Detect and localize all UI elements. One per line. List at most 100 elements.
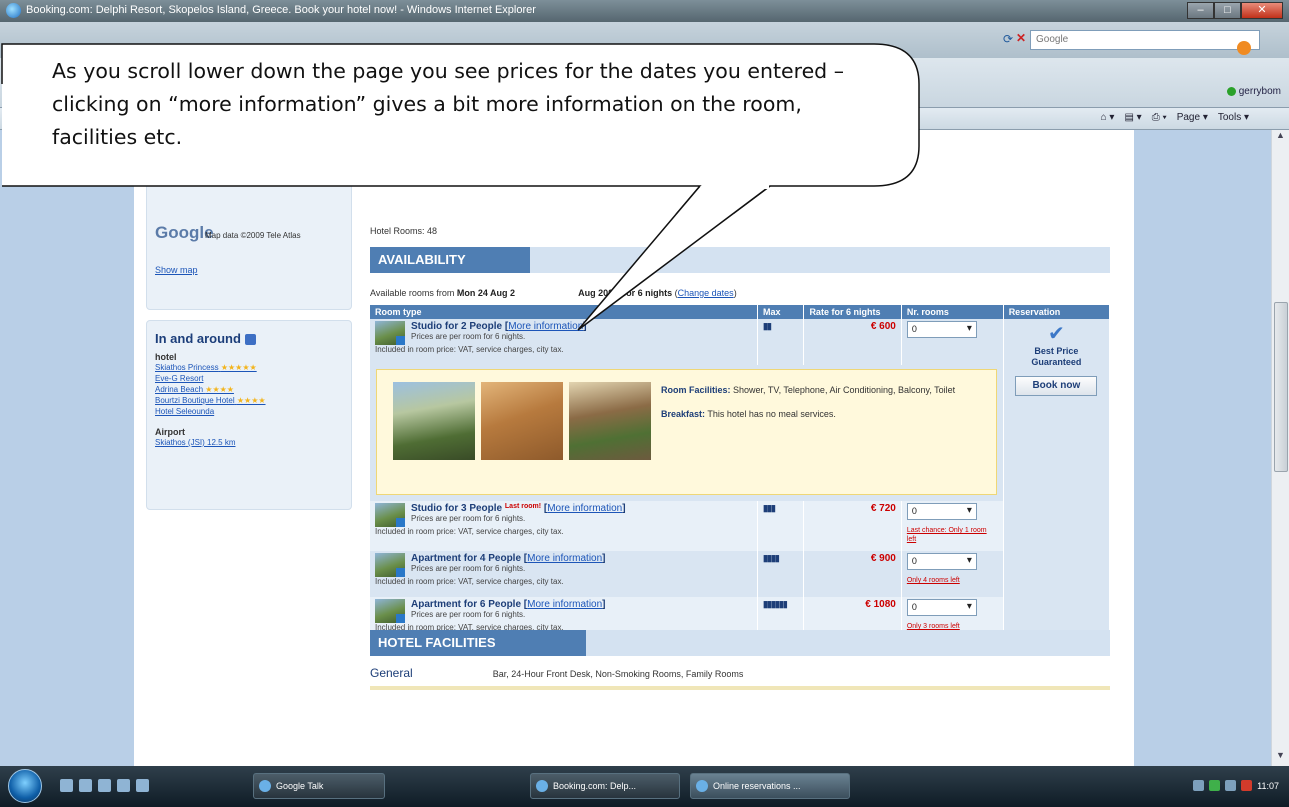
room-facilities: Room Facilities: Shower, TV, Telephone, …: [661, 385, 956, 419]
map-credit: Map data ©2009 Tele Atlas: [205, 231, 301, 240]
room-name: Studio for 3 People Last room! [More inf…: [411, 503, 626, 514]
max-occupancy-icon: ▮▮▮▮: [762, 553, 780, 563]
room-included: Included in room price: VAT, service cha…: [375, 577, 564, 586]
airport-link[interactable]: Skiathos (JSI) 12.5 km: [155, 437, 343, 448]
in-and-around-panel: In and around hotel Skiathos Princess ★★…: [146, 320, 352, 510]
start-button[interactable]: [8, 769, 42, 803]
room-photo[interactable]: [481, 382, 563, 460]
room-price: € 900: [803, 551, 902, 597]
more-information-link[interactable]: More information: [527, 599, 602, 610]
show-desktop-icon[interactable]: [60, 779, 73, 792]
airport-distance: (JSI) 12.5 km: [187, 438, 236, 447]
page-menu[interactable]: Page ▾: [1177, 112, 1208, 123]
availability-header: AVAILABILITY: [370, 247, 1110, 273]
security-icon[interactable]: [1241, 780, 1253, 791]
volume-icon[interactable]: [1225, 780, 1237, 791]
clock[interactable]: 11:07: [1257, 781, 1279, 791]
tools-menu[interactable]: Tools ▾: [1218, 112, 1249, 123]
taskbar: Google Talk Booking.com: Delp... Online …: [0, 766, 1289, 807]
rooms-left-note[interactable]: Only 4 rooms left: [907, 576, 998, 585]
general-facilities-row: General Bar, 24-Hour Front Desk, Non-Smo…: [370, 666, 743, 680]
general-label: General: [370, 666, 413, 680]
column-max: Max: [757, 305, 805, 319]
more-information-link[interactable]: More information: [527, 553, 602, 564]
scroll-down-arrow-icon[interactable]: ▼: [1272, 750, 1289, 766]
room-thumbnail[interactable]: [375, 553, 405, 577]
rooms-table: Room type Max Rate for 6 nights Nr. room…: [370, 305, 1111, 643]
feeds-icon[interactable]: ▤ ▾: [1124, 112, 1141, 123]
network-icon[interactable]: [1209, 780, 1221, 791]
taskbar-item-booking[interactable]: Booking.com: Delp...: [530, 773, 680, 799]
room-quantity-select[interactable]: 0: [906, 321, 977, 338]
nearby-hotel-link[interactable]: Bourtzi Boutique Hotel ★★★★: [155, 395, 343, 406]
checkmark-icon: ✔: [1047, 323, 1065, 345]
taskbar-item-online-reservations[interactable]: Online reservations ...: [690, 773, 850, 799]
command-tools: ⌂ ▾ ▤ ▾ ⎙ ▾ Page ▾ Tools ▾: [1101, 112, 1249, 123]
change-dates-link[interactable]: Change dates: [678, 288, 734, 298]
refresh-icon[interactable]: ⟳: [1003, 32, 1013, 46]
internet-explorer-icon: [536, 780, 548, 792]
column-rate: Rate for 6 nights: [803, 305, 902, 319]
book-now-button[interactable]: Book now: [1015, 376, 1098, 396]
room-included: Included in room price: VAT, service cha…: [375, 345, 564, 354]
more-information-link[interactable]: More information: [547, 503, 622, 514]
nearby-hotel-link[interactable]: Eve-G Resort: [155, 373, 343, 384]
home-icon[interactable]: ⌂ ▾: [1101, 112, 1115, 123]
taskbar-item-google-talk[interactable]: Google Talk: [253, 773, 385, 799]
column-room-type: Room type: [370, 305, 758, 319]
show-map-link[interactable]: Show map: [155, 265, 198, 275]
room-photo[interactable]: [569, 382, 651, 460]
in-and-around-heading: In and around: [155, 331, 343, 346]
window-title: Booking.com: Delphi Resort, Skopelos Isl…: [26, 4, 536, 16]
room-photo[interactable]: [393, 382, 475, 460]
room-name: Apartment for 6 People [More information…: [411, 599, 606, 610]
search-placeholder: Google: [1036, 34, 1069, 45]
media-quicklaunch-icon[interactable]: [136, 779, 149, 792]
maximize-button[interactable]: □: [1214, 2, 1241, 19]
ie-quicklaunch-icon[interactable]: [98, 779, 111, 792]
room-thumbnail[interactable]: [375, 321, 405, 345]
table-header: Room type Max Rate for 6 nights Nr. room…: [370, 305, 1111, 319]
room-quantity-select[interactable]: 0: [906, 503, 977, 520]
room-price-note: Prices are per room for 6 nights.: [411, 514, 526, 523]
print-icon[interactable]: ⎙ ▾: [1152, 112, 1167, 123]
airport-heading: Airport: [155, 427, 185, 437]
more-information-link[interactable]: More information: [508, 321, 583, 332]
scrollbar-thumb[interactable]: [1274, 302, 1288, 472]
user-status[interactable]: gerrybom: [1226, 86, 1281, 97]
internet-explorer-icon: [6, 3, 21, 18]
search-input[interactable]: Google: [1030, 30, 1260, 55]
google-talk-icon: [259, 780, 271, 792]
scroll-up-arrow-icon[interactable]: ▲: [1272, 130, 1289, 146]
language-icon[interactable]: [1193, 780, 1205, 791]
info-icon[interactable]: [244, 334, 256, 346]
stop-icon[interactable]: ✕: [1016, 31, 1026, 45]
nearby-hotel-link[interactable]: Adrina Beach ★★★★: [155, 384, 343, 395]
star-rating: ★★★★: [205, 385, 234, 394]
column-nr-rooms: Nr. rooms: [901, 305, 1004, 319]
quick-launch: [60, 779, 149, 792]
close-button[interactable]: ✕: [1241, 2, 1283, 19]
room-price-note: Prices are per room for 6 nights.: [411, 610, 526, 619]
room-price-note: Prices are per room for 6 nights.: [411, 564, 526, 573]
table-row: Apartment for 4 People [More information…: [370, 551, 1110, 597]
room-thumbnail[interactable]: [375, 599, 405, 623]
room-quantity-select[interactable]: 0: [906, 553, 977, 570]
nearby-hotel-link[interactable]: Hotel Seleounda: [155, 406, 343, 417]
minimize-button[interactable]: –: [1187, 2, 1214, 19]
nearby-hotel-link[interactable]: Skiathos Princess ★★★★★: [155, 362, 343, 373]
room-price-note: Prices are per room for 6 nights.: [411, 332, 526, 341]
room-info-row: Room Facilities: Shower, TV, Telephone, …: [370, 365, 1110, 501]
rooms-left-note[interactable]: Last chance: Only 1 room left: [907, 526, 998, 544]
table-row: Studio for 2 People [More information] P…: [370, 319, 1111, 643]
room-thumbnail[interactable]: [375, 503, 405, 527]
max-occupancy-icon: ▮▮: [762, 321, 772, 331]
vertical-scrollbar[interactable]: ▲ ▼: [1271, 130, 1289, 766]
switch-windows-icon[interactable]: [79, 779, 92, 792]
divider: [370, 686, 1110, 690]
hotel-rooms-count: Hotel Rooms: 48: [370, 226, 438, 236]
room-quantity-select[interactable]: 0: [906, 599, 977, 616]
window-titlebar: Booking.com: Delphi Resort, Skopelos Isl…: [0, 0, 1289, 22]
search-icon[interactable]: [1237, 41, 1251, 55]
firefox-quicklaunch-icon[interactable]: [117, 779, 130, 792]
